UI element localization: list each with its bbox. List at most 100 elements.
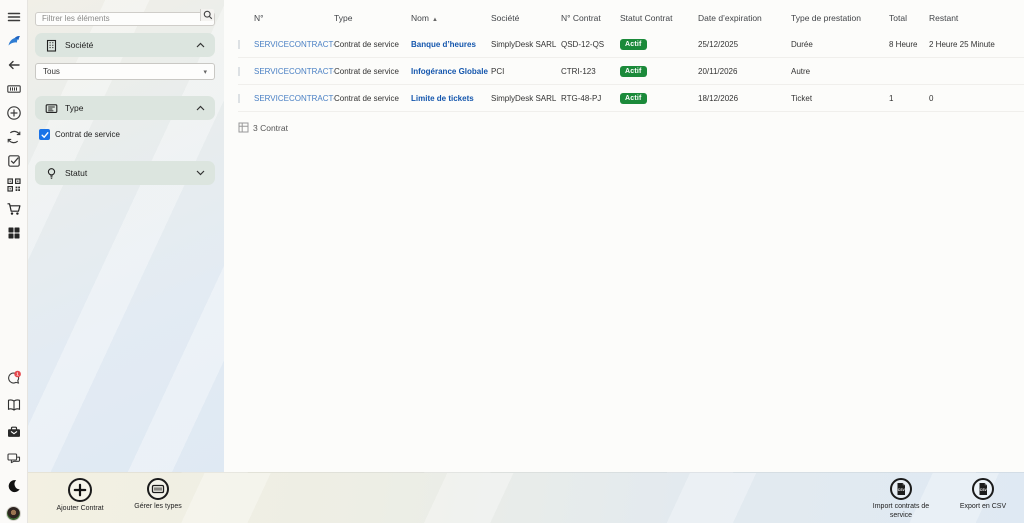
comments-icon[interactable] [6, 451, 22, 467]
contract-prestation: Autre [791, 67, 889, 76]
building-icon [45, 39, 58, 52]
column-header-expiration[interactable]: Date d’expiration [698, 13, 791, 23]
contract-total: 8 Heure [889, 40, 929, 49]
contract-number-link[interactable]: SERVICECONTRACT-2 [254, 94, 334, 103]
section-header-societe[interactable]: Société [35, 33, 215, 57]
contract-ref: CTRI-123 [561, 67, 620, 76]
chevron-up-icon [196, 42, 205, 48]
contract-expiration: 20/11/2026 [698, 67, 791, 76]
contract-name-link[interactable]: Limite de tickets [411, 94, 491, 103]
row-checkbox[interactable] [238, 40, 240, 49]
contract-type: Contrat de service [334, 40, 411, 49]
column-header-societe[interactable]: Société [491, 13, 561, 23]
contract-name-link[interactable]: Banque d’heures [411, 40, 491, 49]
contract-ref: QSD-12-QS [561, 40, 620, 49]
avatar-image [6, 506, 21, 521]
section-label: Statut [65, 168, 87, 178]
column-header-statut[interactable]: Statut Contrat [620, 13, 698, 23]
svg-text:CSV: CSV [898, 488, 906, 492]
manage-types-button[interactable]: Gérer les types [126, 478, 190, 514]
column-header-contrat[interactable]: N° Contrat [561, 13, 620, 23]
section-header-type[interactable]: Type [35, 96, 215, 120]
contract-number-link[interactable]: SERVICECONTRACT-1 [254, 40, 334, 49]
table-header-row: N° Type Nom▲ Société N° Contrat Statut C… [238, 5, 1024, 31]
check-icon [41, 131, 49, 139]
svg-text:CSV: CSV [980, 488, 988, 492]
checkbox-label: Contrat de service [55, 130, 120, 139]
contract-company: SimplyDesk SARL [491, 94, 561, 103]
export-csv-button[interactable]: CSV Export en CSV [947, 478, 1019, 521]
csv-file-icon: CSV [972, 478, 994, 500]
app-window: 1 [0, 0, 1024, 523]
button-label: Export en CSV [960, 503, 1006, 512]
moon-icon[interactable] [6, 478, 22, 494]
add-contract-button[interactable]: Ajouter Contrat [48, 478, 112, 514]
barcode-icon[interactable] [6, 81, 22, 97]
contract-ref: RTG-48-PJ [561, 94, 620, 103]
contract-expiration: 25/12/2025 [698, 40, 791, 49]
contract-company: SimplyDesk SARL [491, 40, 561, 49]
section-label: Société [65, 40, 93, 50]
plus-circle-icon[interactable] [6, 105, 22, 121]
column-header-type[interactable]: Type [334, 13, 411, 23]
search-input[interactable] [35, 12, 215, 26]
table-row: SERVICECONTRACT-2 Contrat de service Lim… [238, 85, 1024, 112]
row-count: 3 Contrat [253, 123, 288, 133]
checked-checkbox[interactable] [39, 129, 50, 140]
plus-circle-icon [68, 478, 92, 502]
qr-code-icon[interactable] [6, 177, 22, 193]
book-icon[interactable] [6, 397, 22, 413]
left-icon-rail: 1 [0, 0, 28, 523]
filter-panel: Société Tous ▾ Type [28, 0, 224, 472]
column-header-prestation[interactable]: Type de prestation [791, 13, 889, 23]
contract-restant: 2 Heure 25 Minute [929, 40, 1024, 49]
type-card-icon [45, 102, 58, 115]
types-card-icon [147, 478, 169, 500]
status-badge: Actif [620, 93, 647, 104]
toolbar-left-group: Ajouter Contrat Gérer les types [48, 478, 190, 514]
column-header-restant[interactable]: Restant [929, 13, 1024, 23]
contracts-table-area: N° Type Nom▲ Société N° Contrat Statut C… [224, 0, 1024, 472]
user-avatar[interactable] [6, 505, 22, 521]
table-row: SERVICECONTRACT-3 Contrat de service Inf… [238, 58, 1024, 85]
chevron-up-icon [196, 105, 205, 111]
filter-search [35, 8, 215, 22]
select-caret-icon: ▾ [203, 68, 207, 76]
inbox-icon[interactable] [6, 424, 22, 440]
row-checkbox[interactable] [238, 67, 240, 76]
import-contracts-button[interactable]: CSV Import contrats de service [865, 478, 937, 521]
status-badge: Actif [620, 66, 647, 77]
search-button[interactable] [200, 9, 214, 21]
contract-type: Contrat de service [334, 67, 411, 76]
bottom-toolbar: Ajouter Contrat Gérer les types CSV Impo… [28, 472, 1024, 523]
row-checkbox[interactable] [238, 94, 240, 103]
status-badge: Actif [620, 39, 647, 50]
checkbox-task-icon[interactable] [6, 153, 22, 169]
column-header-num[interactable]: N° [254, 13, 334, 23]
search-icon [203, 10, 213, 20]
cart-icon[interactable] [6, 201, 22, 217]
table-row: SERVICECONTRACT-1 Contrat de service Ban… [238, 31, 1024, 58]
sort-asc-icon: ▲ [432, 17, 438, 23]
button-label: Gérer les types [134, 503, 181, 512]
lightbulb-icon [45, 167, 58, 180]
back-arrow-icon[interactable] [6, 57, 22, 73]
column-header-nom[interactable]: Nom▲ [411, 13, 491, 23]
societe-select[interactable]: Tous ▾ [35, 63, 215, 80]
contract-name-link[interactable]: Infogérance Globale [411, 67, 491, 76]
menu-icon[interactable] [6, 9, 22, 25]
content-row: Société Tous ▾ Type [28, 0, 1024, 472]
contract-prestation: Ticket [791, 94, 889, 103]
logo-icon[interactable] [6, 33, 22, 49]
section-header-statut[interactable]: Statut [35, 161, 215, 185]
column-header-total[interactable]: Total [889, 13, 929, 23]
type-filter-option: Contrat de service [35, 129, 215, 140]
button-label: Import contrats de service [865, 503, 937, 521]
chevron-down-icon [196, 170, 205, 176]
grid-icon[interactable] [6, 225, 22, 241]
chat-notification-icon[interactable]: 1 [6, 370, 22, 386]
refresh-icon[interactable] [6, 129, 22, 145]
select-value: Tous [43, 67, 60, 76]
contract-number-link[interactable]: SERVICECONTRACT-3 [254, 67, 334, 76]
contract-company: PCI [491, 67, 561, 76]
